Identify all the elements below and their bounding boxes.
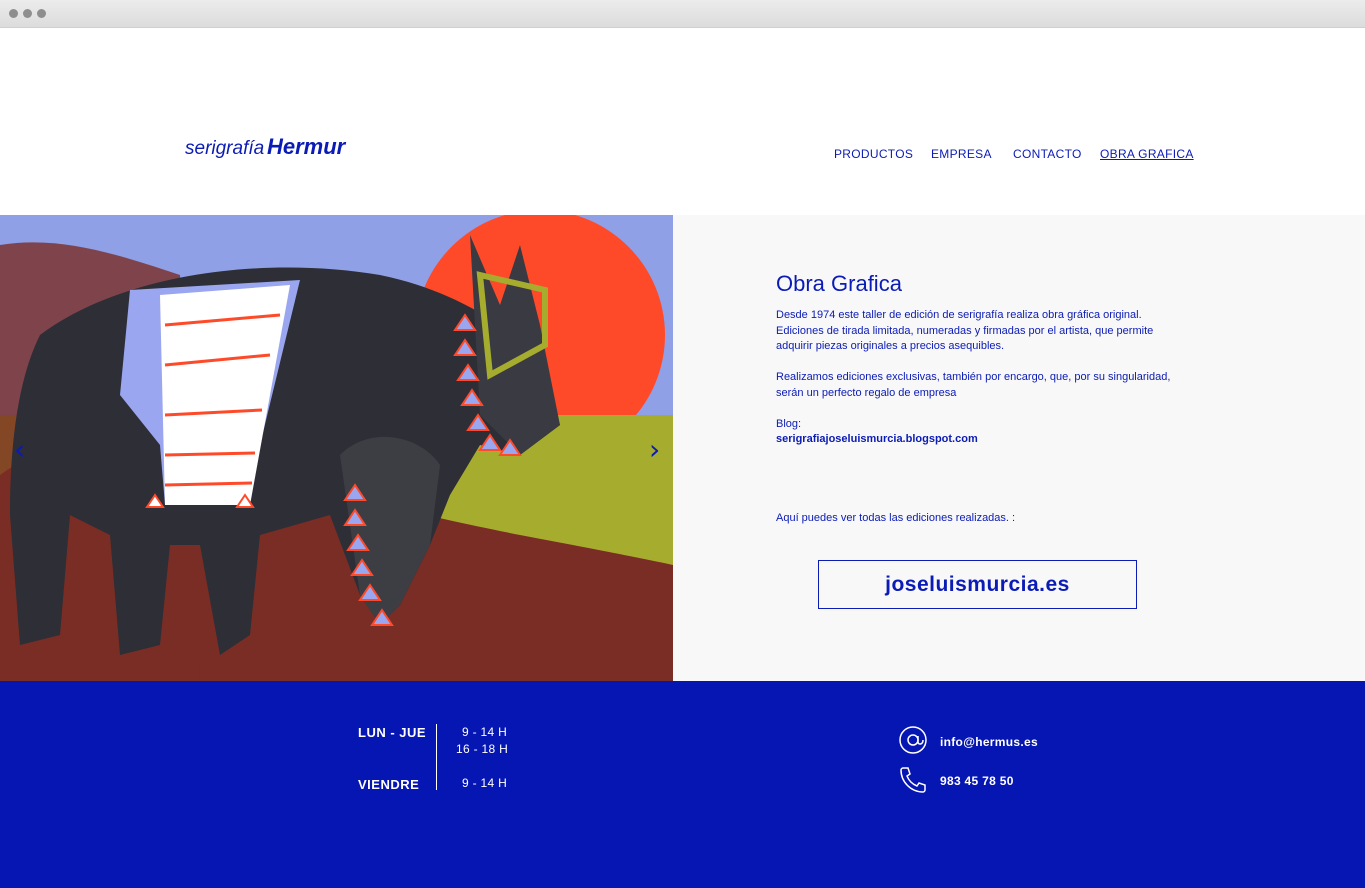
joseluismurcia-button[interactable]: joseluismurcia.es [818,560,1137,609]
logo-text-right: Hermur [267,134,346,159]
obra-grafica-panel: Obra Grafica Desde 1974 este taller de e… [673,215,1365,681]
logo-text-left: serigrafía [185,138,265,159]
artwork-donkeys-image [0,215,673,681]
hero-slider: ‹ › [0,215,673,681]
window-close-dot[interactable] [9,9,18,18]
site-header: serigrafía Hermur PRODUCTOS EMPRESA CONT… [0,28,1365,215]
window-maximize-dot[interactable] [37,9,46,18]
hours-day-lun-jue: LUN - JUE [358,725,427,740]
slider-next-arrow-icon[interactable]: › [649,433,660,466]
blog-link[interactable]: serigrafiajoseluismurcia.blogspot.com [776,432,1176,448]
nav-contacto[interactable]: CONTACTO [1013,147,1082,161]
phone-link[interactable]: 983 45 78 50 [940,774,1014,788]
email-icon [899,726,927,754]
slider-prev-arrow-icon[interactable]: ‹ [14,433,25,466]
blog-label: Blog: [776,418,802,430]
hours-time: 9 - 14 H [462,776,508,790]
editions-paragraph: Realizamos ediciones exclusivas, también… [776,371,1171,399]
browser-chrome [0,0,1365,28]
email-link[interactable]: info@hermus.es [940,735,1038,749]
hours-time: 16 - 18 H [456,742,509,756]
hours-divider [436,724,437,790]
phone-icon [900,767,926,793]
page-title: Obra Grafica [776,271,902,296]
window-minimize-dot[interactable] [23,9,32,18]
site-footer: LUN - JUE 9 - 14 H 16 - 18 H VIENDRE 9 -… [0,681,1365,888]
hours-time: 9 - 14 H [462,725,508,739]
editions-text: Aquí puedes ver todas las ediciones real… [776,512,1016,524]
nav-productos[interactable]: PRODUCTOS [834,147,913,161]
hours-day-viernes: VIENDRE [358,777,420,792]
nav-obra-grafica[interactable]: OBRA GRAFICA [1100,147,1194,161]
nav-empresa[interactable]: EMPRESA [931,147,992,161]
intro-paragraph: Desde 1974 este taller de edición de ser… [776,309,1154,352]
